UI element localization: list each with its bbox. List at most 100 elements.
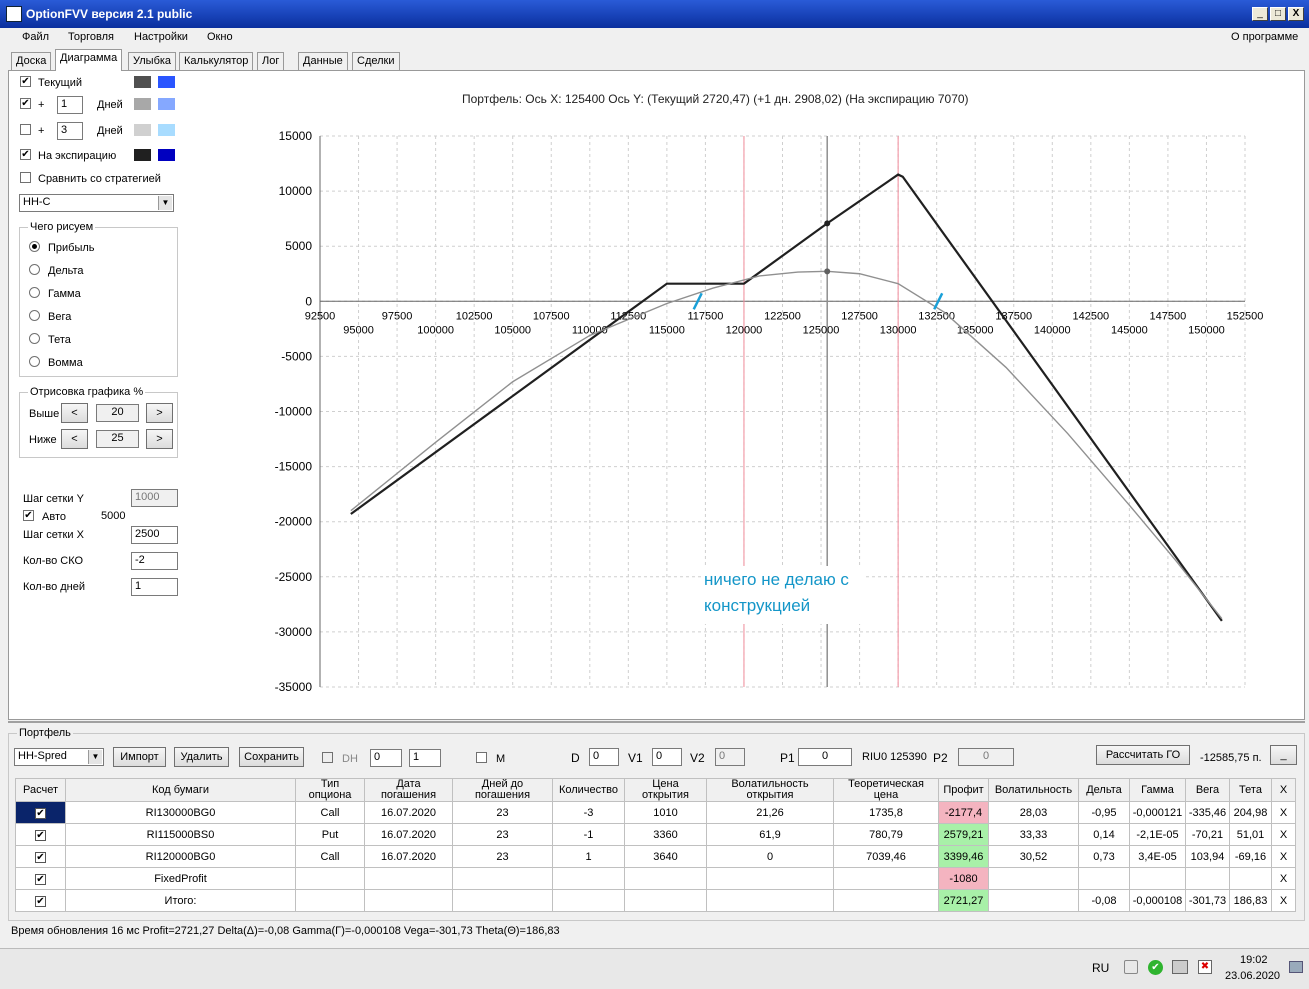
col-x[interactable]: X: [1271, 778, 1296, 802]
tab-diagram[interactable]: Диаграмма: [55, 49, 123, 71]
calc-checkbox-cell[interactable]: ✔: [15, 845, 66, 868]
save-button[interactable]: Сохранить: [239, 747, 304, 767]
calc-checkbox-cell[interactable]: ✔: [15, 801, 66, 824]
p2-input[interactable]: 0: [958, 748, 1014, 766]
delete-row-button[interactable]: X: [1271, 845, 1296, 868]
table-row[interactable]: ✔ RI130000BG0 Call 16.07.2020 23 -3 1010 21,26 1…: [15, 801, 1296, 824]
clock-date[interactable]: 23.06.2020: [1225, 970, 1280, 982]
calc-checkbox[interactable]: ✔: [35, 851, 46, 863]
below-decrease-button[interactable]: <: [61, 429, 88, 449]
calc-checkbox[interactable]: ✔: [35, 895, 46, 907]
shield-icon[interactable]: ✔: [1148, 960, 1163, 975]
strategy-select[interactable]: НН-С ▼: [19, 194, 174, 212]
col-vol[interactable]: Волатильность: [988, 778, 1079, 802]
tab-data[interactable]: Данные: [298, 52, 348, 70]
calc-checkbox[interactable]: ✔: [35, 807, 46, 819]
tab-log[interactable]: Лог: [257, 52, 285, 70]
menu-settings[interactable]: Настройки: [134, 31, 188, 43]
volume-icon[interactable]: [1124, 960, 1138, 974]
grid-step-x-input[interactable]: 2500: [131, 526, 178, 544]
menu-about[interactable]: О программе: [1231, 31, 1298, 43]
col-delta[interactable]: Дельта: [1078, 778, 1130, 802]
col-type[interactable]: Тип опциона: [295, 778, 365, 802]
clock-time[interactable]: 19:02: [1240, 954, 1268, 966]
language-indicator[interactable]: RU: [1092, 961, 1109, 975]
calc-checkbox-cell[interactable]: ✔: [15, 823, 66, 846]
show-desktop-icon[interactable]: [1289, 961, 1303, 973]
compare-checkbox[interactable]: [20, 172, 31, 183]
radio-theta[interactable]: [29, 333, 40, 344]
close-button[interactable]: X: [1288, 7, 1304, 21]
table-row[interactable]: ✔ RI115000BS0 Put 16.07.2020 23 -1 3360 61,9 780…: [15, 823, 1296, 846]
plus1-color-light[interactable]: [158, 98, 175, 110]
table-row[interactable]: ✔ RI120000BG0 Call 16.07.2020 23 1 3640 0 7039,4…: [15, 845, 1296, 868]
col-price[interactable]: Цена открытия: [624, 778, 707, 802]
table-row[interactable]: ✔ Итого: 2721,27 -0,08 -0,000108 -301,73 186,8…: [15, 889, 1296, 912]
expiry-checkbox[interactable]: ✔: [20, 149, 31, 160]
col-theta[interactable]: Тета: [1229, 778, 1272, 802]
col-vega[interactable]: Вега: [1185, 778, 1230, 802]
plus1-color-dark[interactable]: [134, 98, 151, 110]
delete-row-button[interactable]: X: [1271, 801, 1296, 824]
minimize-button[interactable]: _: [1252, 7, 1268, 21]
plus1-checkbox[interactable]: ✔: [20, 98, 31, 109]
below-increase-button[interactable]: >: [146, 429, 173, 449]
above-decrease-button[interactable]: <: [61, 403, 88, 423]
auto-checkbox[interactable]: ✔: [23, 510, 34, 521]
tab-calculator[interactable]: Калькулятор: [179, 52, 254, 70]
sko-input[interactable]: -2: [131, 552, 178, 570]
splitter[interactable]: [8, 721, 1305, 723]
menu-trading[interactable]: Торговля: [68, 31, 114, 43]
v1-input[interactable]: 0: [652, 748, 682, 766]
delete-row-button[interactable]: X: [1271, 867, 1296, 890]
d-input[interactable]: 0: [589, 748, 619, 766]
calc-checkbox-cell[interactable]: ✔: [15, 867, 66, 890]
portfolio-select[interactable]: НН-Spred ▼: [14, 748, 104, 766]
delete-button[interactable]: Удалить: [174, 747, 229, 767]
v2-input[interactable]: 0: [715, 748, 745, 766]
col-calc[interactable]: Расчет: [15, 778, 66, 802]
delete-row-button[interactable]: X: [1271, 823, 1296, 846]
grid-step-y-input[interactable]: 1000: [131, 489, 178, 507]
m-checkbox[interactable]: [476, 752, 487, 763]
dh-spinner-1[interactable]: 0: [370, 749, 402, 767]
plus3-days-input[interactable]: 3: [57, 122, 83, 140]
col-code[interactable]: Код бумаги: [65, 778, 296, 802]
maximize-button[interactable]: □: [1270, 7, 1286, 21]
import-button[interactable]: Импорт: [113, 747, 166, 767]
col-profit[interactable]: Профит: [938, 778, 989, 802]
below-value[interactable]: 25: [96, 430, 139, 448]
calc-checkbox[interactable]: ✔: [35, 873, 46, 885]
plus3-checkbox[interactable]: [20, 124, 31, 135]
radio-vega[interactable]: [29, 310, 40, 321]
menu-file[interactable]: Файл: [22, 31, 49, 43]
expiry-color-dark[interactable]: [134, 149, 151, 161]
plus3-color-dark[interactable]: [134, 124, 151, 136]
above-value[interactable]: 20: [96, 404, 139, 422]
days-count-input[interactable]: 1: [131, 578, 178, 596]
menu-window[interactable]: Окно: [207, 31, 233, 43]
col-date[interactable]: Дата погашения: [364, 778, 453, 802]
dh-spinner-2[interactable]: 1: [409, 749, 441, 767]
delete-row-button[interactable]: X: [1271, 889, 1296, 912]
above-increase-button[interactable]: >: [146, 403, 173, 423]
radio-gamma[interactable]: [29, 287, 40, 298]
col-theo[interactable]: Теоретическая цена: [833, 778, 939, 802]
current-color-dark[interactable]: [134, 76, 151, 88]
col-vol-open[interactable]: Волатильность открытия: [706, 778, 834, 802]
expiry-color-light[interactable]: [158, 149, 175, 161]
plus1-days-input[interactable]: 1: [57, 96, 83, 114]
p1-input[interactable]: 0: [798, 748, 852, 766]
current-color-light[interactable]: [158, 76, 175, 88]
plus3-color-light[interactable]: [158, 124, 175, 136]
calc-checkbox-cell[interactable]: ✔: [15, 889, 66, 912]
radio-vomma[interactable]: [29, 356, 40, 367]
network-icon[interactable]: [1172, 960, 1188, 974]
col-qty[interactable]: Количество: [552, 778, 625, 802]
calc-checkbox[interactable]: ✔: [35, 829, 46, 841]
printer-error-icon[interactable]: ✖: [1198, 960, 1212, 974]
collapse-button[interactable]: _: [1270, 745, 1297, 765]
calc-go-button[interactable]: Рассчитать ГО: [1096, 745, 1190, 765]
tab-deals[interactable]: Сделки: [352, 52, 400, 70]
chevron-down-icon[interactable]: ▼: [158, 196, 172, 210]
